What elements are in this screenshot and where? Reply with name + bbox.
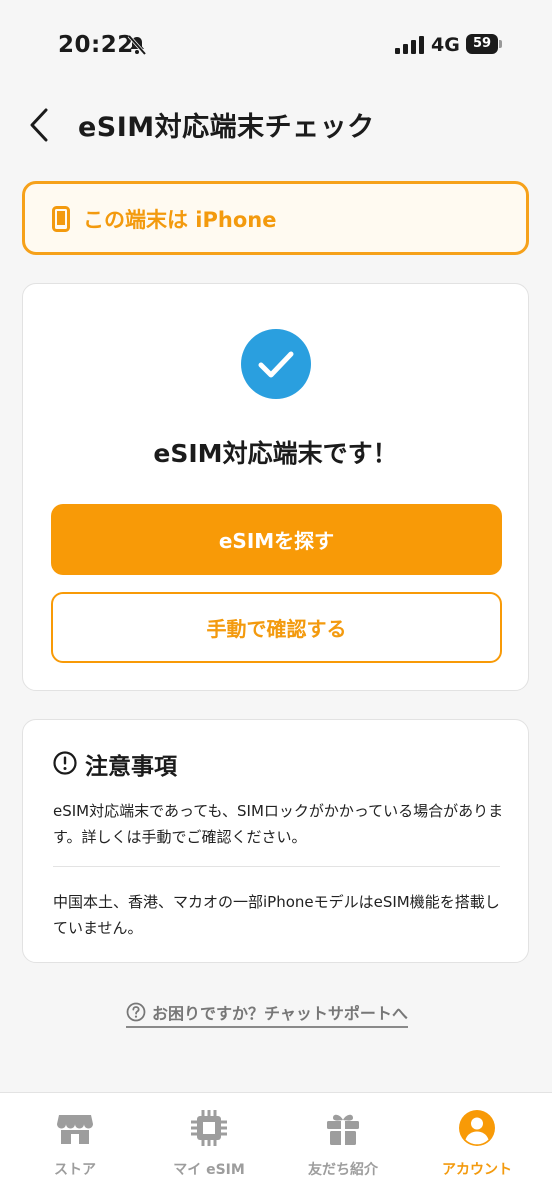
nav-label-invite-friends: 友だち紹介 xyxy=(308,1162,378,1178)
check-circle-icon xyxy=(241,329,311,399)
exclamation-circle-icon xyxy=(53,751,77,775)
nav-label-account: アカウント xyxy=(442,1162,512,1178)
back-chevron-icon[interactable] xyxy=(26,106,56,144)
smartphone-icon xyxy=(52,206,70,232)
network-type: 4G xyxy=(431,34,460,56)
status-bar: 20:22 4G 59 xyxy=(0,0,552,90)
device-info-card: この端末は iPhone xyxy=(22,181,529,255)
nav-label-my-esim: マイ eSIM xyxy=(173,1162,245,1178)
device-label: この端末は iPhone xyxy=(83,208,277,232)
notes-card: 注意事項 eSIM対応端末であっても、SIMロックがかかっている場合があります。… xyxy=(22,719,529,963)
nav-item-my-esim[interactable]: マイ eSIM xyxy=(140,1109,278,1189)
manual-check-button[interactable]: 手動で確認する xyxy=(51,592,502,663)
support-label: お困りですか？チャットサポートへ xyxy=(152,1003,408,1023)
nav-item-store[interactable]: ストア xyxy=(6,1109,144,1189)
note-item: 中国本土、香港、マカオの一部iPhoneモデルはeSIM機能を搭載していません。 xyxy=(53,893,500,937)
account-icon xyxy=(459,1110,495,1146)
divider xyxy=(53,866,500,867)
cellular-signal-icon xyxy=(395,36,424,54)
find-esim-button[interactable]: eSIMを探す xyxy=(51,504,502,575)
result-card: eSIM対応端末です！ eSIMを探す 手動で確認する xyxy=(22,283,529,691)
gift-icon xyxy=(327,1114,359,1145)
chip-icon xyxy=(191,1110,227,1146)
note-item: eSIM対応端末であっても、SIMロックがかかっている場合があります。詳しくは手… xyxy=(53,802,504,846)
status-time: 20:22 xyxy=(58,32,134,58)
bell-muted-icon xyxy=(127,34,147,56)
result-message: eSIM対応端末です！ xyxy=(153,439,398,468)
nav-item-invite-friends[interactable]: 友だち紹介 xyxy=(274,1109,412,1189)
chat-support-link[interactable]: お困りですか？チャットサポートへ xyxy=(126,1000,408,1028)
store-icon xyxy=(57,1115,93,1144)
page-title: eSIM対応端末チェック xyxy=(78,112,375,143)
battery-level: 59 xyxy=(466,34,498,54)
question-circle-icon xyxy=(126,1002,146,1021)
battery-icon: 59 xyxy=(466,34,502,54)
bottom-navigation: ストア マイ eSIM 友だち紹介 アカウント xyxy=(0,1092,552,1200)
nav-label-store: ストア xyxy=(54,1162,96,1178)
notes-title: 注意事項 xyxy=(85,754,177,780)
nav-item-account[interactable]: アカウント xyxy=(408,1109,546,1189)
